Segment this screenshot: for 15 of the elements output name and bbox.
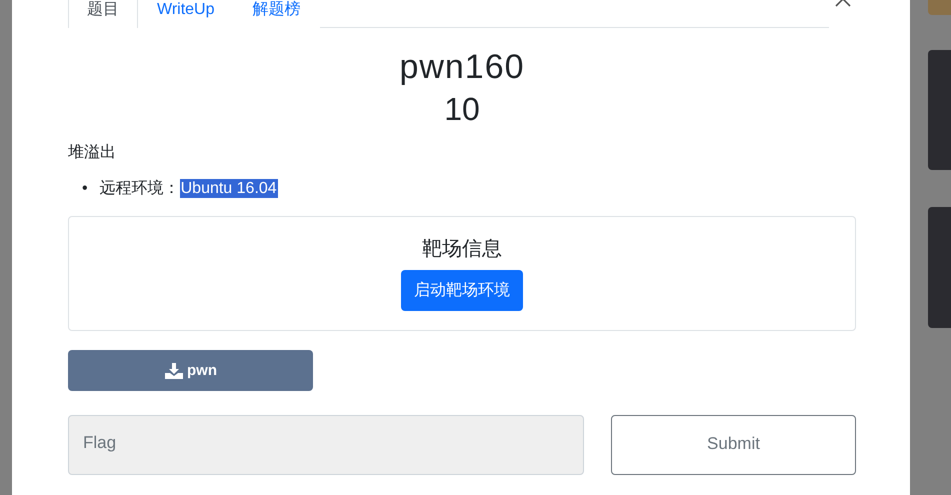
card-title: 靶场信息 <box>422 237 502 262</box>
challenge-title: pwn160 <box>398 48 526 87</box>
list-bullet: • <box>82 179 88 199</box>
background-card <box>928 0 951 15</box>
tab[interactable]: 解题榜 <box>234 0 320 28</box>
challenge-description: 堆溢出 <box>68 142 117 163</box>
submit-button[interactable]: Submit <box>611 415 856 475</box>
download-icon <box>164 362 184 380</box>
tab[interactable]: WriteUp <box>138 0 234 28</box>
start-button[interactable]: 启动靶场环境 <box>401 270 523 311</box>
tab[interactable]: 题目 <box>68 0 138 28</box>
flag-input[interactable]: Flag <box>68 415 584 475</box>
download-button[interactable]: pwn <box>68 350 313 391</box>
detail-item: 远程环境：Ubuntu 16.04 <box>100 178 278 200</box>
challenge-score: 10 <box>443 91 481 128</box>
